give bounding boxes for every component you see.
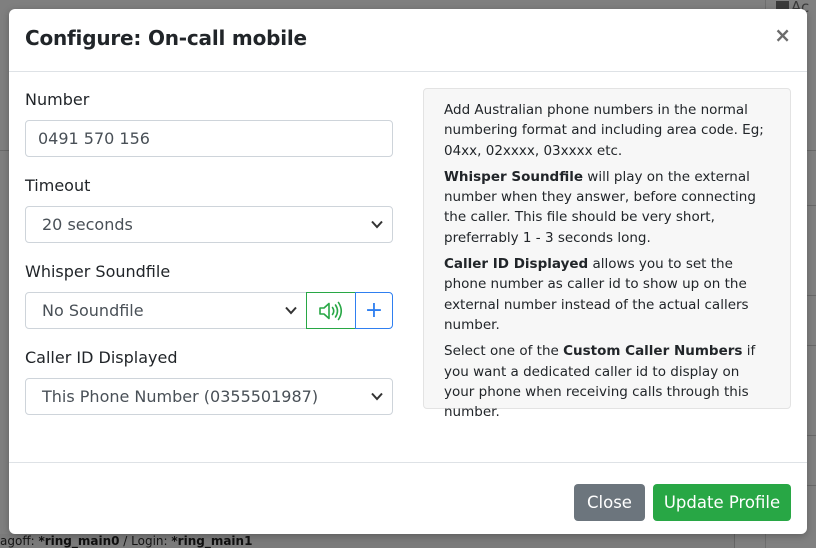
configure-modal: Configure: On-call mobile × Number 0491 … xyxy=(9,9,807,534)
number-label: Number xyxy=(25,90,90,109)
background-footer-text: agoff: *ring_main0 / Login: *ring_main1 xyxy=(0,534,735,548)
update-profile-button[interactable]: Update Profile xyxy=(653,484,791,521)
background-divider xyxy=(0,150,9,151)
help-paragraph: Select one of the Custom Caller Numbers … xyxy=(444,343,756,421)
help-paragraph: Caller ID Displayed allows you to set th… xyxy=(444,256,749,333)
close-icon[interactable]: × xyxy=(774,25,791,45)
timeout-label: Timeout xyxy=(25,176,91,195)
background-divider xyxy=(807,295,816,296)
timeout-select[interactable]: 20 seconds xyxy=(25,206,393,243)
close-button[interactable]: Close xyxy=(574,484,645,521)
chevron-down-icon xyxy=(285,306,297,315)
background-divider xyxy=(807,150,816,151)
add-soundfile-button[interactable]: + xyxy=(355,292,393,329)
background-divider xyxy=(807,485,816,486)
modal-header: Configure: On-call mobile × xyxy=(9,9,807,72)
timeout-value: 20 seconds xyxy=(42,215,133,234)
plus-icon: + xyxy=(364,297,384,323)
volume-icon xyxy=(319,301,343,320)
number-input[interactable]: 0491 570 156 xyxy=(25,120,393,157)
callerid-value: This Phone Number (0355501987) xyxy=(42,387,319,406)
background-divider xyxy=(807,205,816,206)
modal-title: Configure: On-call mobile xyxy=(25,26,307,50)
background-divider xyxy=(807,345,816,346)
whisper-label: Whisper Soundfile xyxy=(25,262,171,281)
whisper-value: No Soundfile xyxy=(42,301,144,320)
callerid-label: Caller ID Displayed xyxy=(25,348,178,367)
chevron-down-icon xyxy=(371,392,383,401)
help-paragraph: Whisper Soundfile will play on the exter… xyxy=(444,168,756,246)
modal-footer: Close Update Profile xyxy=(9,462,807,534)
chevron-down-icon xyxy=(371,220,383,229)
callerid-select[interactable]: This Phone Number (0355501987) xyxy=(25,378,393,415)
play-soundfile-button[interactable] xyxy=(306,292,356,329)
help-paragraph: Add Australian phone numbers in the norm… xyxy=(444,102,764,159)
help-panel: Add Australian phone numbers in the norm… xyxy=(423,88,791,420)
background-divider xyxy=(807,435,816,436)
whisper-select[interactable]: No Soundfile xyxy=(25,292,307,329)
